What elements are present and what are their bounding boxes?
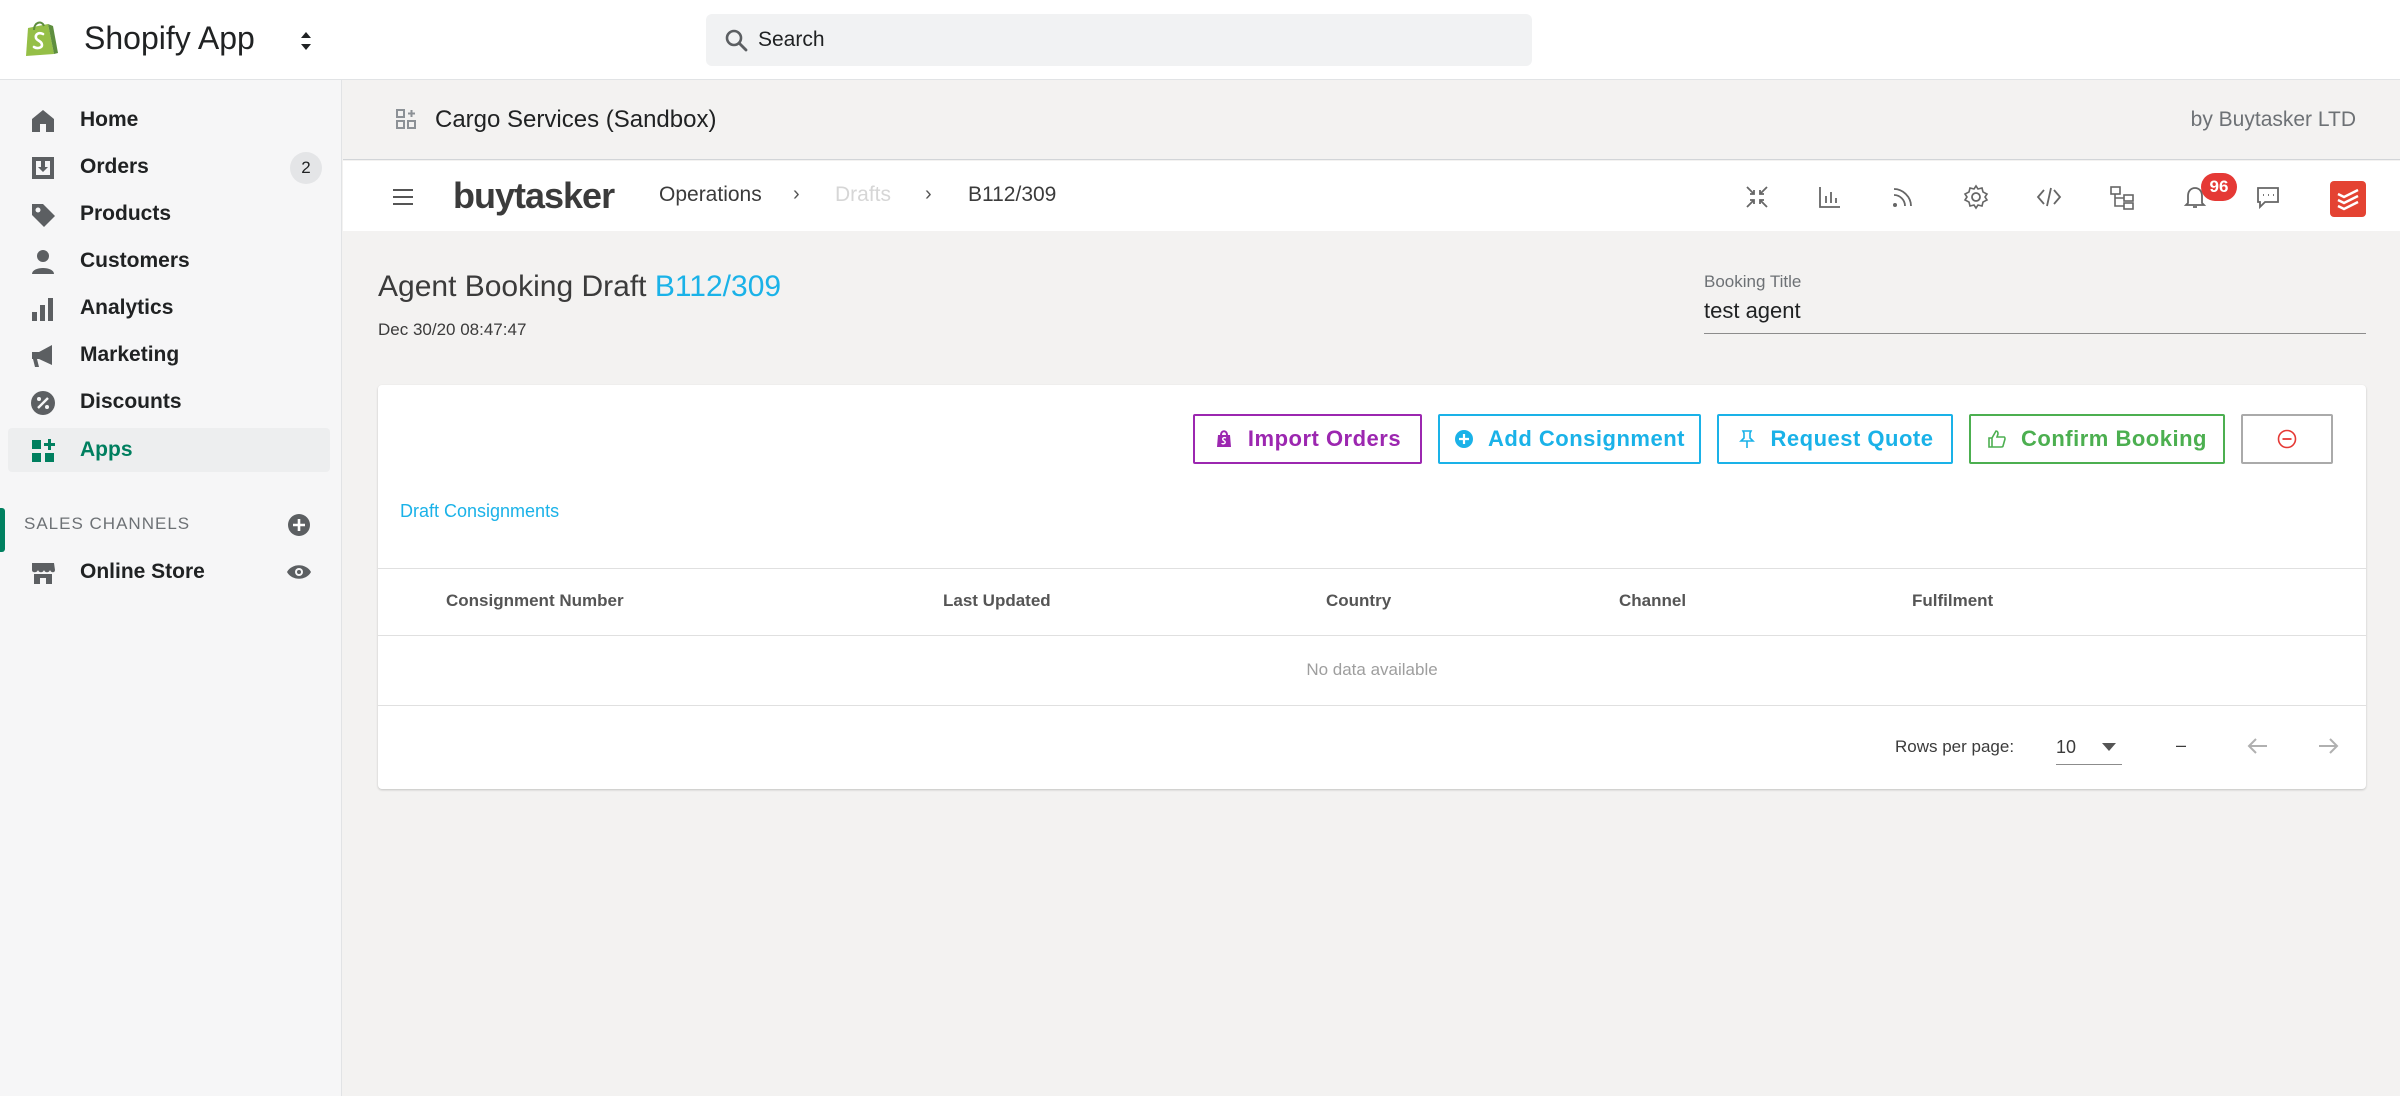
sidebar-item-label: Customers (80, 249, 190, 272)
sidebar-item-orders[interactable]: Orders 2 (0, 145, 330, 189)
search-placeholder: Search (758, 28, 825, 51)
pin-icon (1738, 430, 1755, 448)
tab-draft-consignments[interactable]: Draft Consignments (400, 501, 559, 522)
column-header-consignment-number[interactable]: Consignment Number (446, 591, 624, 611)
sidebar-item-apps[interactable]: Apps (8, 428, 330, 472)
sidebar-item-label: Analytics (80, 296, 174, 319)
notification-count-badge: 96 (2201, 173, 2237, 201)
todoist-icon[interactable] (2330, 181, 2366, 217)
home-icon (32, 110, 54, 132)
confirm-booking-label: Confirm Booking (2021, 426, 2207, 451)
draft-id: B112/309 (654, 270, 782, 303)
chat-icon[interactable] (2254, 183, 2282, 211)
active-indicator (0, 508, 5, 552)
breadcrumb-current: B112/309 (968, 183, 1057, 206)
plus-circle-icon (1455, 430, 1474, 448)
sidebar-item-label: Orders (80, 155, 149, 178)
store-icon (32, 563, 55, 584)
table-header: Consignment Number Last Updated Country … (378, 568, 2366, 636)
bar-chart-icon (32, 298, 53, 321)
add-consignment-label: Add Consignment (1488, 426, 1685, 451)
buytasker-nav-bar: buytasker Operations › Drafts › B112/309… (343, 161, 2400, 231)
orders-count-badge: 2 (290, 152, 322, 184)
orders-icon (32, 157, 54, 179)
store-switcher-icon[interactable] (298, 28, 314, 54)
sidebar-item-discounts[interactable]: Discounts (0, 380, 330, 424)
breadcrumb-separator: › (925, 183, 932, 205)
app-grid-icon (396, 109, 416, 129)
collapse-icon[interactable] (1743, 183, 1771, 211)
sales-channels-heading: SALES CHANNELS (24, 514, 191, 533)
consignments-card: Import Orders Add Consignment Request Qu… (378, 385, 2366, 789)
booking-title-field[interactable]: test agent (1704, 298, 2366, 334)
column-header-channel[interactable]: Channel (1619, 591, 1686, 611)
sidebar-item-customers[interactable]: Customers (0, 239, 330, 283)
page-title: Agent Booking Draft B112/309 (378, 270, 781, 304)
column-header-fulfilment[interactable]: Fulfilment (1912, 591, 1993, 611)
shopify-logo-icon[interactable] (22, 18, 58, 58)
request-quote-label: Request Quote (1770, 426, 1934, 451)
delete-draft-button[interactable] (2241, 414, 2333, 464)
sidebar-item-label: Online Store (80, 560, 205, 583)
request-quote-button[interactable]: Request Quote (1717, 414, 1953, 464)
search-input[interactable]: Search (706, 14, 1532, 66)
feed-icon[interactable] (1889, 183, 1917, 211)
app-title: Shopify App (84, 20, 255, 56)
breadcrumb-operations[interactable]: Operations (659, 183, 762, 207)
sidebar-item-label: Home (80, 108, 139, 131)
column-header-last-updated[interactable]: Last Updated (943, 591, 1051, 611)
sidebar-item-home[interactable]: Home (0, 98, 330, 142)
buytasker-logo[interactable]: buytasker (453, 175, 615, 217)
shopify-bag-icon (1216, 430, 1231, 447)
chart-icon[interactable] (1816, 183, 1844, 211)
app-name: Cargo Services (Sandbox) (435, 106, 717, 133)
sidebar-item-label: Products (80, 202, 172, 225)
booking-title-label: Booking Title (1704, 272, 1802, 291)
minus-circle-icon (2277, 429, 2297, 449)
sidebar-item-label: Apps (80, 438, 133, 461)
rows-per-page-select[interactable]: 10 (2056, 729, 2122, 765)
add-consignment-button[interactable]: Add Consignment (1438, 414, 1701, 464)
tag-icon (32, 204, 55, 227)
next-page-icon[interactable] (2315, 733, 2341, 759)
sidebar-item-online-store[interactable]: Online Store (0, 550, 330, 594)
rows-per-page-label: Rows per page: (1895, 737, 2015, 756)
column-header-country[interactable]: Country (1326, 591, 1391, 611)
person-icon (32, 250, 54, 274)
sitemap-icon[interactable] (2108, 183, 2136, 211)
menu-icon[interactable] (391, 187, 415, 207)
sidebar-item-marketing[interactable]: Marketing (0, 333, 330, 377)
draft-timestamp: Dec 30/20 08:47:47 (378, 320, 527, 339)
sidebar-item-products[interactable]: Products (0, 192, 330, 236)
thumbs-up-icon (1988, 430, 2006, 448)
sidebar-item-label: Marketing (80, 343, 180, 366)
sidebar-item-analytics[interactable]: Analytics (0, 286, 330, 330)
app-developer: by Buytasker LTD (2190, 108, 2356, 131)
add-sales-channel-icon[interactable] (286, 512, 312, 538)
breadcrumb-separator: › (793, 183, 800, 205)
apps-icon (32, 439, 55, 462)
prev-page-icon[interactable] (2245, 733, 2271, 759)
rows-per-page-value: 10 (2056, 737, 2077, 757)
settings-icon[interactable] (1962, 183, 1990, 211)
breadcrumb-drafts[interactable]: Drafts (835, 183, 891, 207)
app-header: Cargo Services (Sandbox) by Buytasker LT… (343, 80, 2400, 160)
import-orders-button[interactable]: Import Orders (1193, 414, 1422, 464)
search-icon (725, 29, 748, 52)
page-title-prefix: Agent Booking Draft (378, 270, 647, 303)
discount-icon (31, 391, 55, 415)
empty-table-message: No data available (378, 636, 2366, 706)
sidebar-item-label: Discounts (80, 390, 182, 413)
confirm-booking-button[interactable]: Confirm Booking (1969, 414, 2225, 464)
eye-icon[interactable] (286, 562, 312, 582)
caret-down-icon (2102, 743, 2116, 751)
import-orders-label: Import Orders (1247, 426, 1402, 451)
megaphone-icon (32, 345, 52, 367)
code-icon[interactable] (2035, 183, 2063, 211)
top-bar: Shopify App Search (0, 0, 2400, 80)
pagination-range: – (2176, 735, 2187, 755)
sidebar: Home Orders 2 Products Customers Analyti… (0, 80, 342, 1096)
